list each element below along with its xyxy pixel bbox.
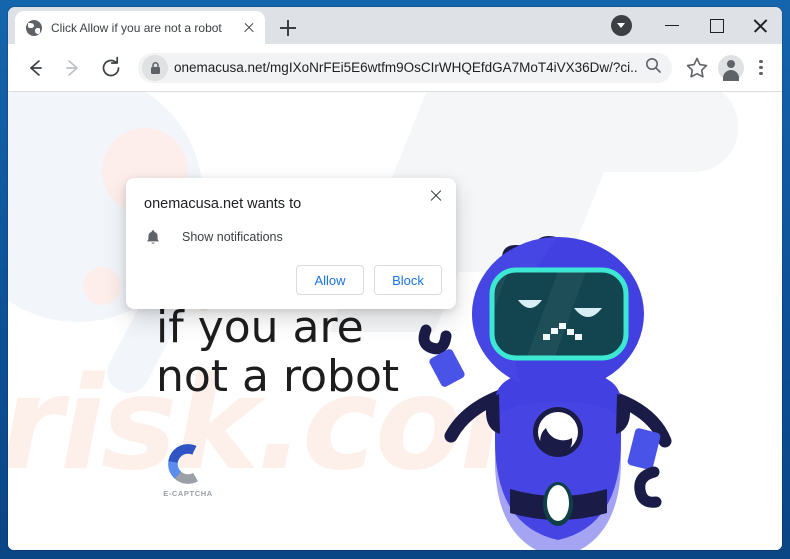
close-icon[interactable] [241,20,257,36]
mascot-right-claw [634,466,662,508]
globe-icon [26,19,42,36]
browser-toolbar: onemacusa.net/mgIXoNrFEi5E6wtfm9OsCIrWHQ… [8,44,782,92]
back-arrow-icon[interactable] [19,52,51,84]
new-tab-button[interactable] [276,16,300,40]
tab-active[interactable]: Click Allow if you are not a robot [15,11,265,44]
c-ring-logo-icon [168,444,208,484]
tab-title: Click Allow if you are not a robot [51,20,222,35]
avatar-icon[interactable] [718,54,745,81]
close-icon[interactable] [738,7,782,44]
dialog-actions: Allow Block [296,265,442,295]
mascot-right-cuff [627,428,661,470]
permission-label: Show notifications [182,230,283,244]
tab-search-icon[interactable] [611,15,632,36]
dialog-permission-row: Show notifications [144,228,283,246]
browser-window-frame: Click Allow if you are not a robot onema… [0,0,790,559]
address-bar[interactable]: onemacusa.net/mgIXoNrFEi5E6wtfm9OsCIrWHQ… [138,52,673,83]
window-controls [650,7,782,44]
zoom-search-icon[interactable] [644,56,662,79]
captcha-logo: E-CAPTCHA [160,444,216,498]
minimize-icon[interactable] [650,7,694,44]
forward-arrow-icon[interactable] [57,52,89,84]
allow-button[interactable]: Allow [296,265,364,295]
browser-window: Click Allow if you are not a robot onema… [8,7,782,550]
tab-strip: Click Allow if you are not a robot [8,7,782,44]
url-text: onemacusa.net/mgIXoNrFEi5E6wtfm9OsCIrWHQ… [174,60,639,75]
star-icon[interactable] [682,53,712,83]
close-icon[interactable] [426,186,446,206]
block-button[interactable]: Block [374,265,442,295]
three-dot-menu-icon[interactable] [748,53,774,83]
reload-icon[interactable] [95,52,127,84]
captcha-label: E-CAPTCHA [163,489,213,498]
maximize-icon[interactable] [694,7,738,44]
decorative-dot [83,267,121,305]
lock-icon [142,54,168,81]
page-content: risk.com Click Allow if you are not a ro… [8,92,782,550]
mascot-left-claw [418,324,452,355]
bell-icon [144,228,162,246]
dialog-title: onemacusa.net wants to [144,196,302,212]
notification-permission-dialog: onemacusa.net wants to Show notification… [126,178,456,309]
